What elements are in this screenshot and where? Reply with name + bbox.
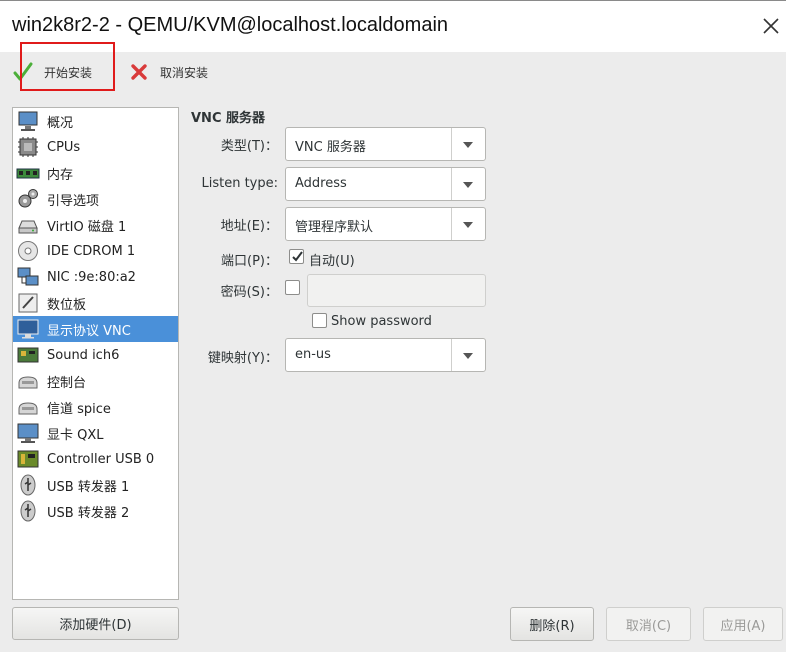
combo-separator xyxy=(451,208,452,240)
chevron-down-icon xyxy=(463,353,473,359)
keymap-label: 键映射(Y)： xyxy=(207,351,278,366)
hardware-item-label: CPUs xyxy=(47,139,81,155)
console-icon xyxy=(18,376,38,389)
hardware-item-label: 控制台 xyxy=(47,375,87,391)
hardware-item-controller-usb[interactable]: Controller USB 0 xyxy=(13,446,178,472)
hardware-item-label: 概况 xyxy=(47,115,74,131)
close-button[interactable] xyxy=(760,15,782,37)
hardware-item-overview[interactable]: 概况 xyxy=(13,108,178,134)
port-auto-label[interactable]: 自动(U) xyxy=(309,250,355,269)
remove-button[interactable]: 删除(R) xyxy=(510,607,594,641)
title-bar: win2k8r2-2 - QEMU/KVM@localhost.localdom… xyxy=(0,0,786,52)
usb-icon xyxy=(20,474,36,496)
hardware-item-label: 引导选项 xyxy=(47,193,100,209)
password-input[interactable] xyxy=(307,274,486,307)
channel-icon xyxy=(18,402,38,415)
chevron-down-icon xyxy=(463,222,473,228)
toolbar: 开始安装 取消安装 xyxy=(0,52,786,96)
checkmark-icon xyxy=(292,251,303,262)
display-icon xyxy=(17,319,39,339)
hardware-item-usb-redirector-1[interactable]: USB 转发器 1 xyxy=(13,472,178,498)
window-title: win2k8r2-2 - QEMU/KVM@localhost.localdom… xyxy=(12,14,449,36)
disk-icon xyxy=(18,220,38,234)
combo-separator xyxy=(451,168,452,200)
chevron-down-icon xyxy=(463,142,473,148)
section-title: VNC 服务器 xyxy=(191,111,266,126)
cancel-button[interactable]: 取消(C) xyxy=(606,607,691,641)
hardware-item-usb-redirector-2[interactable]: USB 转发器 2 xyxy=(13,498,178,524)
usb-icon xyxy=(20,500,36,522)
overview-icon xyxy=(18,111,38,131)
cancel-x-icon xyxy=(131,64,147,80)
show-password-checkbox[interactable] xyxy=(312,313,327,328)
highlight-annotation-box xyxy=(20,42,115,91)
hardware-item-label: USB 转发器 1 xyxy=(47,479,130,495)
cpu-icon xyxy=(18,137,38,157)
network-icon xyxy=(17,267,39,286)
video-card-icon xyxy=(17,423,39,443)
hardware-item-label: 内存 xyxy=(47,167,74,183)
sound-card-icon xyxy=(17,347,39,363)
type-label: 类型(T)： xyxy=(220,139,278,154)
controller-icon xyxy=(17,450,39,468)
show-password-label[interactable]: Show password xyxy=(331,314,432,329)
apply-button[interactable]: 应用(A) xyxy=(703,607,783,641)
hardware-item-video-qxl[interactable]: 显卡 QXL xyxy=(13,420,178,446)
hardware-item-label: Controller USB 0 xyxy=(47,451,155,467)
cancel-installation-label: 取消安装 xyxy=(160,65,209,80)
close-icon xyxy=(763,18,779,34)
address-label: 地址(E)： xyxy=(220,219,278,234)
port-auto-checkbox[interactable] xyxy=(289,249,304,264)
type-combo[interactable]: VNC 服务器 xyxy=(285,127,486,161)
hardware-item-channel-spice[interactable]: 信道 spice xyxy=(13,394,178,420)
hardware-item-display-vnc[interactable]: 显示协议 VNC xyxy=(13,316,178,342)
hardware-item-label: 信道 spice xyxy=(47,401,111,417)
hardware-item-label: 显示协议 VNC xyxy=(47,323,131,339)
address-value: 管理程序默认 xyxy=(295,220,374,235)
port-label: 端口(P)： xyxy=(221,254,278,269)
password-label: 密码(S)： xyxy=(220,285,278,300)
listen-type-label: Listen type: xyxy=(201,176,278,191)
memory-icon xyxy=(16,168,40,179)
chevron-down-icon xyxy=(463,182,473,188)
keymap-value: en-us xyxy=(295,347,331,362)
add-hardware-button[interactable]: 添加硬件(D) xyxy=(12,607,179,640)
cancel-installation-button[interactable]: 取消安装 xyxy=(128,52,208,92)
boot-options-icon xyxy=(18,189,38,208)
hardware-item-label: 显卡 QXL xyxy=(47,427,104,443)
combo-separator xyxy=(451,339,452,371)
listen-type-value: Address xyxy=(295,176,347,191)
keymap-combo[interactable]: en-us xyxy=(285,338,486,372)
cdrom-icon xyxy=(18,241,38,261)
combo-separator xyxy=(451,128,452,160)
hardware-item-console[interactable]: 控制台 xyxy=(13,368,178,394)
hardware-item-label: USB 转发器 2 xyxy=(47,505,130,521)
password-checkbox[interactable] xyxy=(285,280,300,295)
tablet-icon xyxy=(18,293,38,313)
listen-type-combo[interactable]: Address xyxy=(285,167,486,201)
address-combo[interactable]: 管理程序默认 xyxy=(285,207,486,241)
type-value: VNC 服务器 xyxy=(295,140,366,155)
